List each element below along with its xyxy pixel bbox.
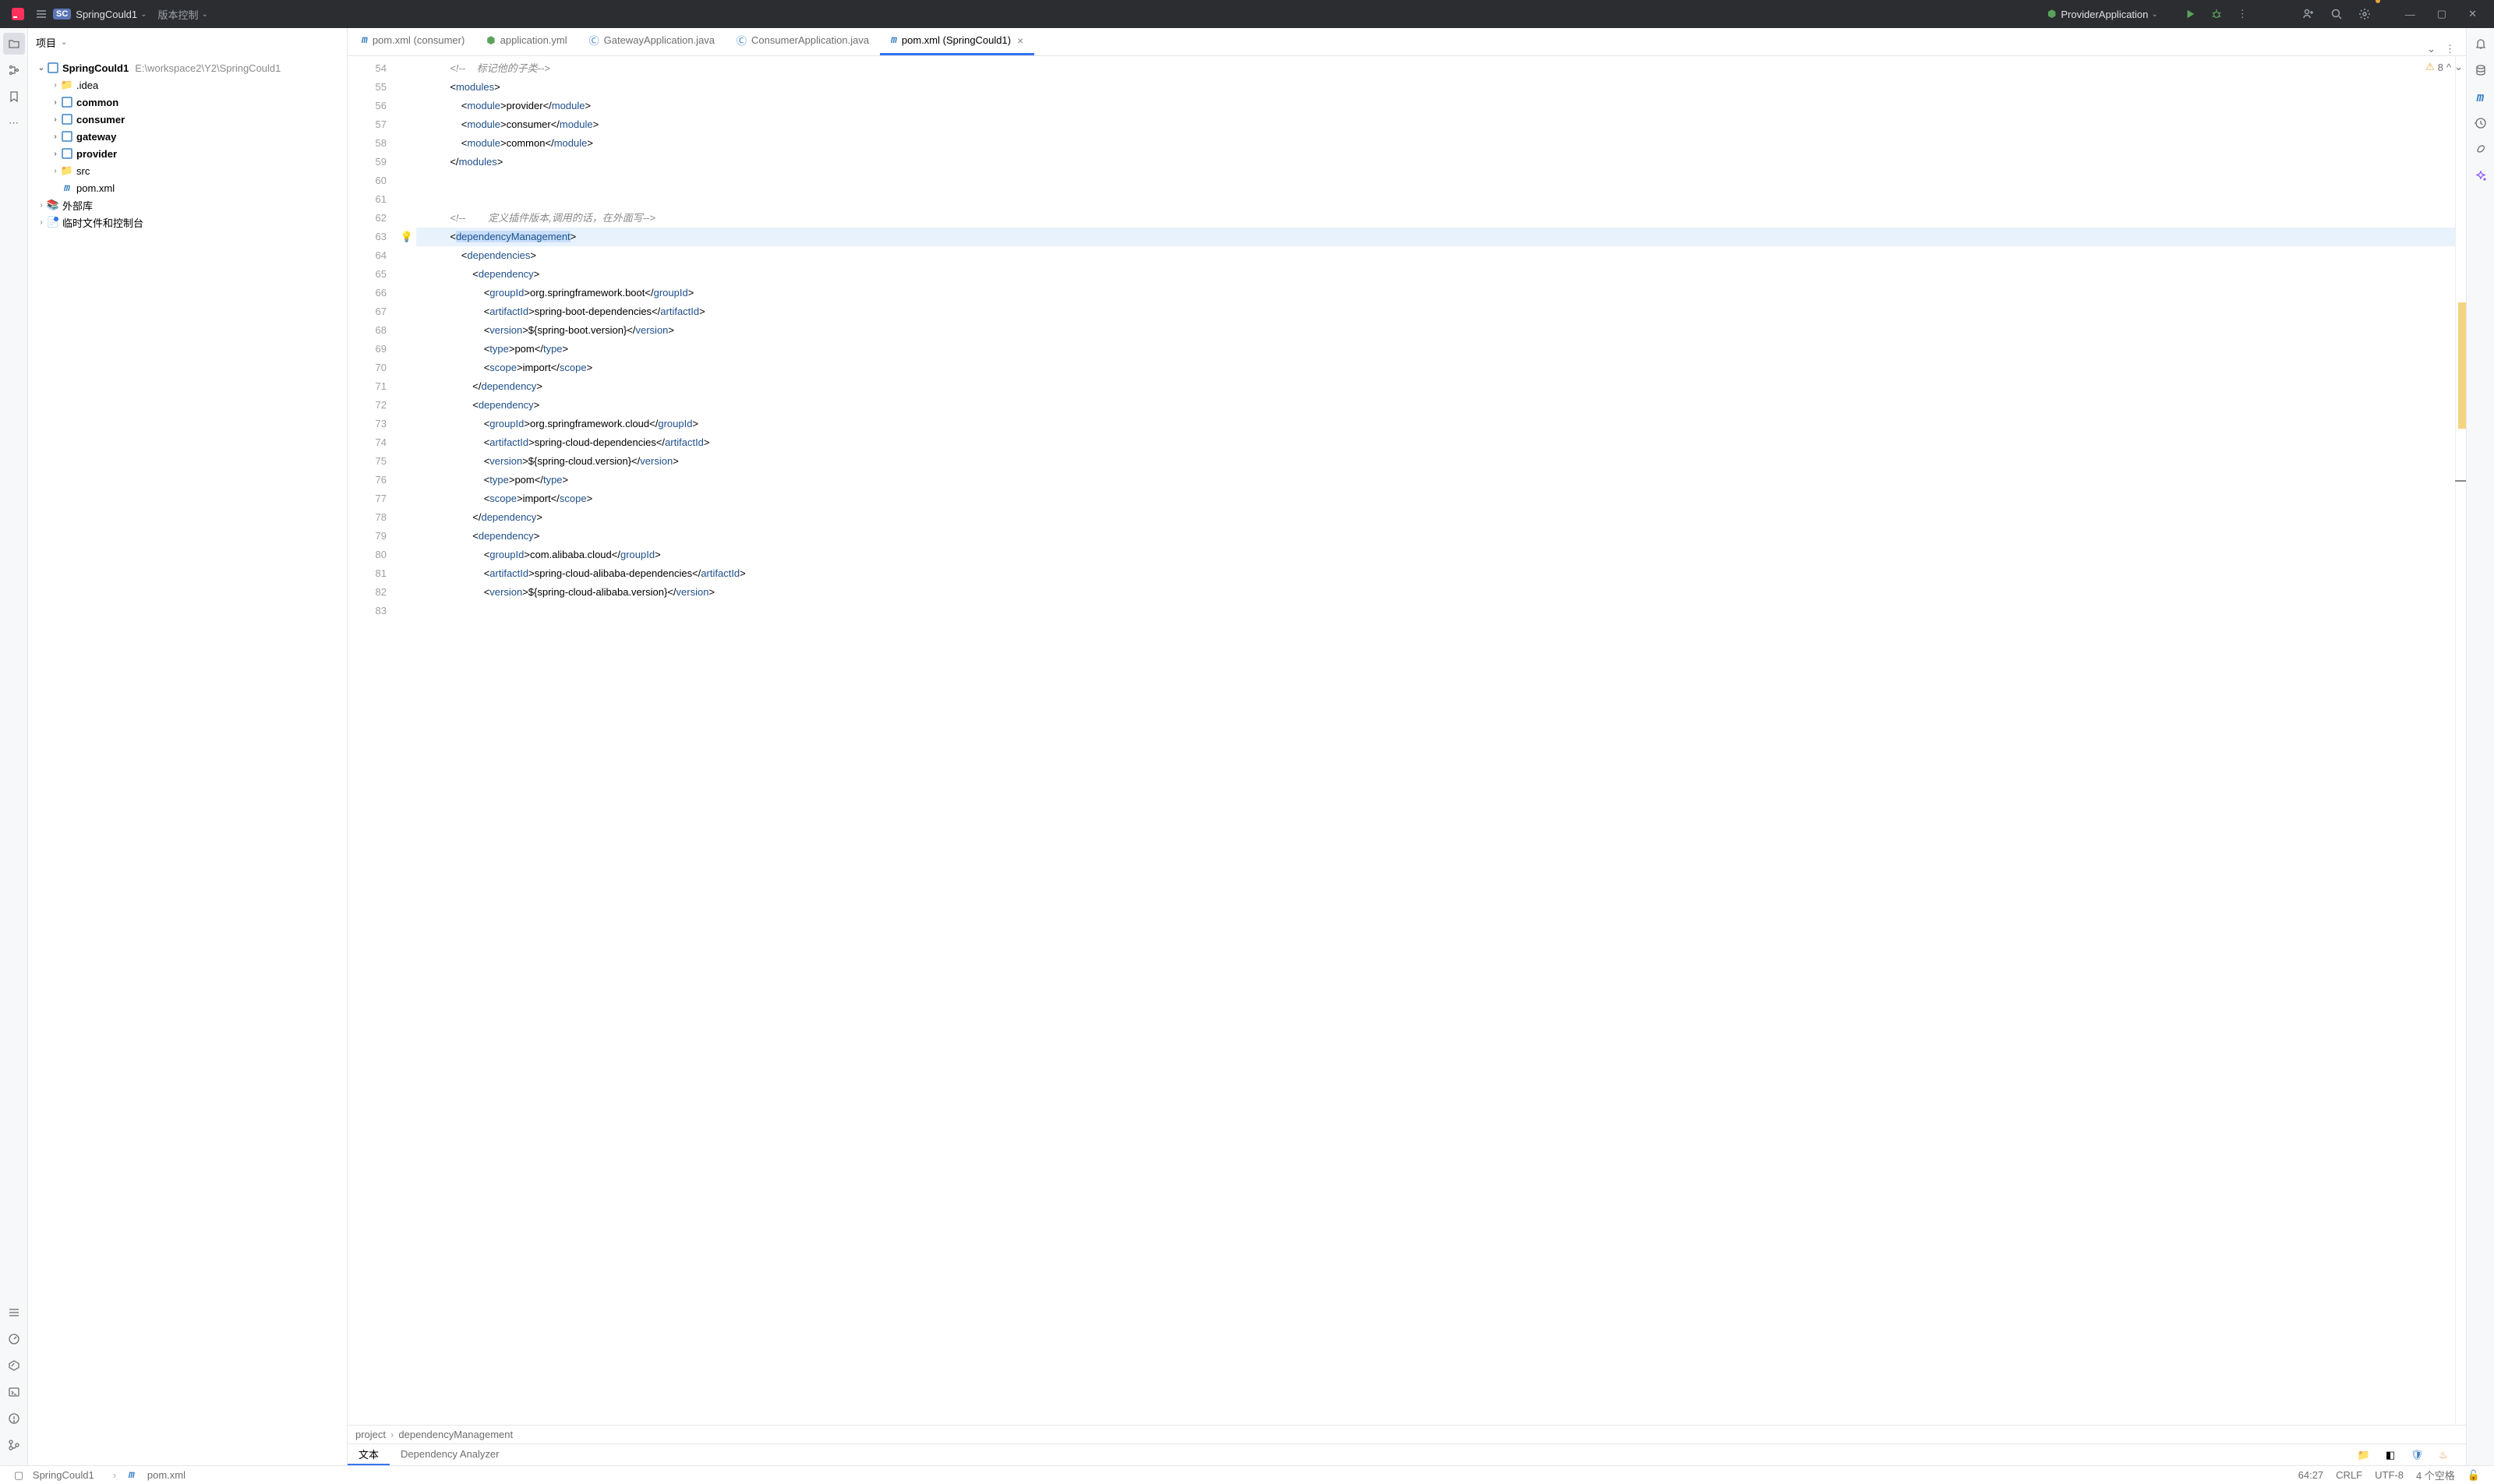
terminal-tool-button[interactable]: [3, 1381, 25, 1403]
project-pane-header[interactable]: 项目 ⌄: [28, 28, 347, 56]
editor-sub-tabs: 文本 Dependency Analyzer 📁 ◧ 🛡 ♨: [348, 1443, 2466, 1465]
status-line-ending[interactable]: CRLF: [2336, 1469, 2362, 1481]
spring-icon: ⬢: [2047, 8, 2056, 20]
project-tool-button[interactable]: [3, 33, 25, 55]
breadcrumb[interactable]: project › dependencyManagement: [348, 1425, 2466, 1443]
subtab-text[interactable]: 文本: [348, 1444, 390, 1466]
app-logo-icon: [11, 7, 25, 21]
warning-icon: ⚠: [2425, 61, 2435, 73]
tray-fire-icon[interactable]: ♨: [2432, 1446, 2455, 1465]
history-icon[interactable]: [2470, 112, 2492, 134]
editor-tabs: mpom.xml (consumer) ⬢application.yml ⒸGa…: [348, 28, 2466, 56]
structure-tool-button[interactable]: [3, 59, 25, 81]
debug-button[interactable]: [2203, 0, 2230, 28]
tree-root[interactable]: ⌄SpringCould1E:\workspace2\Y2\SpringCoul…: [28, 59, 347, 76]
right-toolbar: m: [2466, 28, 2494, 1465]
tree-item[interactable]: ›common: [28, 94, 347, 111]
main-menu-icon[interactable]: [34, 7, 48, 21]
close-button[interactable]: ✕: [2457, 0, 2488, 28]
tab-pom-root[interactable]: mpom.xml (SpringCould1)×: [880, 28, 1034, 55]
statusbar: ▢ SpringCould1 › mpom.xml 64:27 CRLF UTF…: [0, 1465, 2494, 1484]
scroll-map[interactable]: ⚠8 ^⌄: [2455, 56, 2466, 1425]
status-file[interactable]: pom.xml: [147, 1469, 185, 1481]
tree-item-pom[interactable]: mpom.xml: [28, 179, 347, 196]
code-editor[interactable]: 5455565758596061626364656667686970717273…: [348, 56, 2455, 1425]
scroll-position[interactable]: [2455, 480, 2466, 482]
tree-item[interactable]: ›provider: [28, 145, 347, 162]
tray-app-icon[interactable]: ◧: [2379, 1446, 2402, 1465]
chevron-down-icon: ⌄: [2151, 10, 2157, 19]
status-indent[interactable]: 4 个空格: [2416, 1468, 2455, 1482]
more-tools-icon[interactable]: ⋯: [3, 112, 25, 134]
gutter-icons: 💡: [397, 56, 416, 1425]
chevron-down-icon[interactable]: ⌄: [2422, 43, 2440, 55]
maximize-button[interactable]: ▢: [2426, 0, 2457, 28]
vcs-tool-button[interactable]: [3, 1434, 25, 1456]
project-name[interactable]: SpringCould1: [76, 9, 137, 20]
tray-folder-icon[interactable]: 📁: [2352, 1446, 2376, 1465]
search-icon[interactable]: [2323, 0, 2351, 28]
dashboard-tool-button[interactable]: [3, 1328, 25, 1350]
tray-shield-icon[interactable]: 🛡: [2405, 1446, 2429, 1465]
project-badge: SC: [53, 9, 71, 19]
status-module[interactable]: ▢ SpringCould1: [14, 1469, 101, 1482]
project-pane: 项目 ⌄ ⌄SpringCould1E:\workspace2\Y2\Sprin…: [28, 28, 348, 1465]
editor-area: mpom.xml (consumer) ⬢application.yml ⒸGa…: [348, 28, 2466, 1465]
tree-ext-libs[interactable]: ›📚外部库: [28, 196, 347, 214]
minimize-button[interactable]: —: [2394, 0, 2426, 28]
tab-gateway-app[interactable]: ⒸGatewayApplication.java: [578, 28, 726, 55]
tab-consumer-app[interactable]: ⒸConsumerApplication.java: [726, 28, 880, 55]
ai-assistant-icon[interactable]: [2470, 165, 2492, 187]
gutter: 5455565758596061626364656667686970717273…: [348, 56, 397, 1425]
titlebar: SC SpringCould1 ⌄ 版本控制 ⌄ ⬢ ProviderAppli…: [0, 0, 2494, 28]
left-toolbar: ⋯: [0, 28, 28, 1465]
tree-item[interactable]: ›📁src: [28, 162, 347, 179]
tab-application-yml[interactable]: ⬢application.yml: [475, 28, 578, 55]
status-caret-pos[interactable]: 64:27: [2298, 1469, 2324, 1481]
subtab-dependency-analyzer[interactable]: Dependency Analyzer: [390, 1444, 510, 1466]
notifications-icon[interactable]: [2470, 33, 2492, 55]
tree-item[interactable]: ›📁.idea: [28, 76, 347, 94]
close-tab-icon[interactable]: ×: [1017, 34, 1023, 47]
tree-scratches[interactable]: ›📄临时文件和控制台: [28, 214, 347, 231]
tab-controls: ⌄⋮: [2422, 43, 2466, 55]
status-lock-icon[interactable]: 🔓: [2468, 1469, 2480, 1482]
run-config-selector[interactable]: ⬢ ProviderApplication ⌄: [2040, 0, 2177, 28]
tab-pom-consumer[interactable]: mpom.xml (consumer): [351, 28, 475, 55]
code-with-me-icon[interactable]: [2294, 0, 2323, 28]
vcs-menu[interactable]: 版本控制: [157, 7, 198, 22]
chevron-down-icon[interactable]: ⌄: [140, 10, 147, 19]
code-content[interactable]: <!-- 标记他的子类--> <modules> <module>provide…: [416, 56, 2455, 1425]
chevron-down-icon: ⌄: [61, 38, 67, 47]
more-icon[interactable]: ⋮: [2440, 43, 2460, 55]
services-tool-button[interactable]: [3, 1355, 25, 1376]
system-tray: 📁 ◧ 🛡 ♨: [2351, 1446, 2466, 1465]
database-icon[interactable]: [2470, 59, 2492, 81]
settings-icon[interactable]: [2351, 0, 2379, 28]
more-actions-icon[interactable]: ⋮: [2230, 0, 2256, 28]
chevron-right-icon: ›: [390, 1429, 394, 1440]
bean-icon[interactable]: [2470, 139, 2492, 161]
chevron-down-icon[interactable]: ⌄: [201, 10, 207, 19]
status-encoding[interactable]: UTF-8: [2375, 1469, 2404, 1481]
problems-tool-button[interactable]: [3, 1408, 25, 1429]
todo-tool-button[interactable]: [3, 1302, 25, 1323]
tree-item[interactable]: ›consumer: [28, 111, 347, 128]
maven-icon[interactable]: m: [2470, 86, 2492, 108]
warning-stripe[interactable]: [2458, 302, 2466, 429]
run-button[interactable]: [2177, 0, 2203, 28]
tree-item[interactable]: ›gateway: [28, 128, 347, 145]
bookmarks-tool-button[interactable]: [3, 86, 25, 108]
project-tree[interactable]: ⌄SpringCould1E:\workspace2\Y2\SpringCoul…: [28, 56, 347, 1465]
